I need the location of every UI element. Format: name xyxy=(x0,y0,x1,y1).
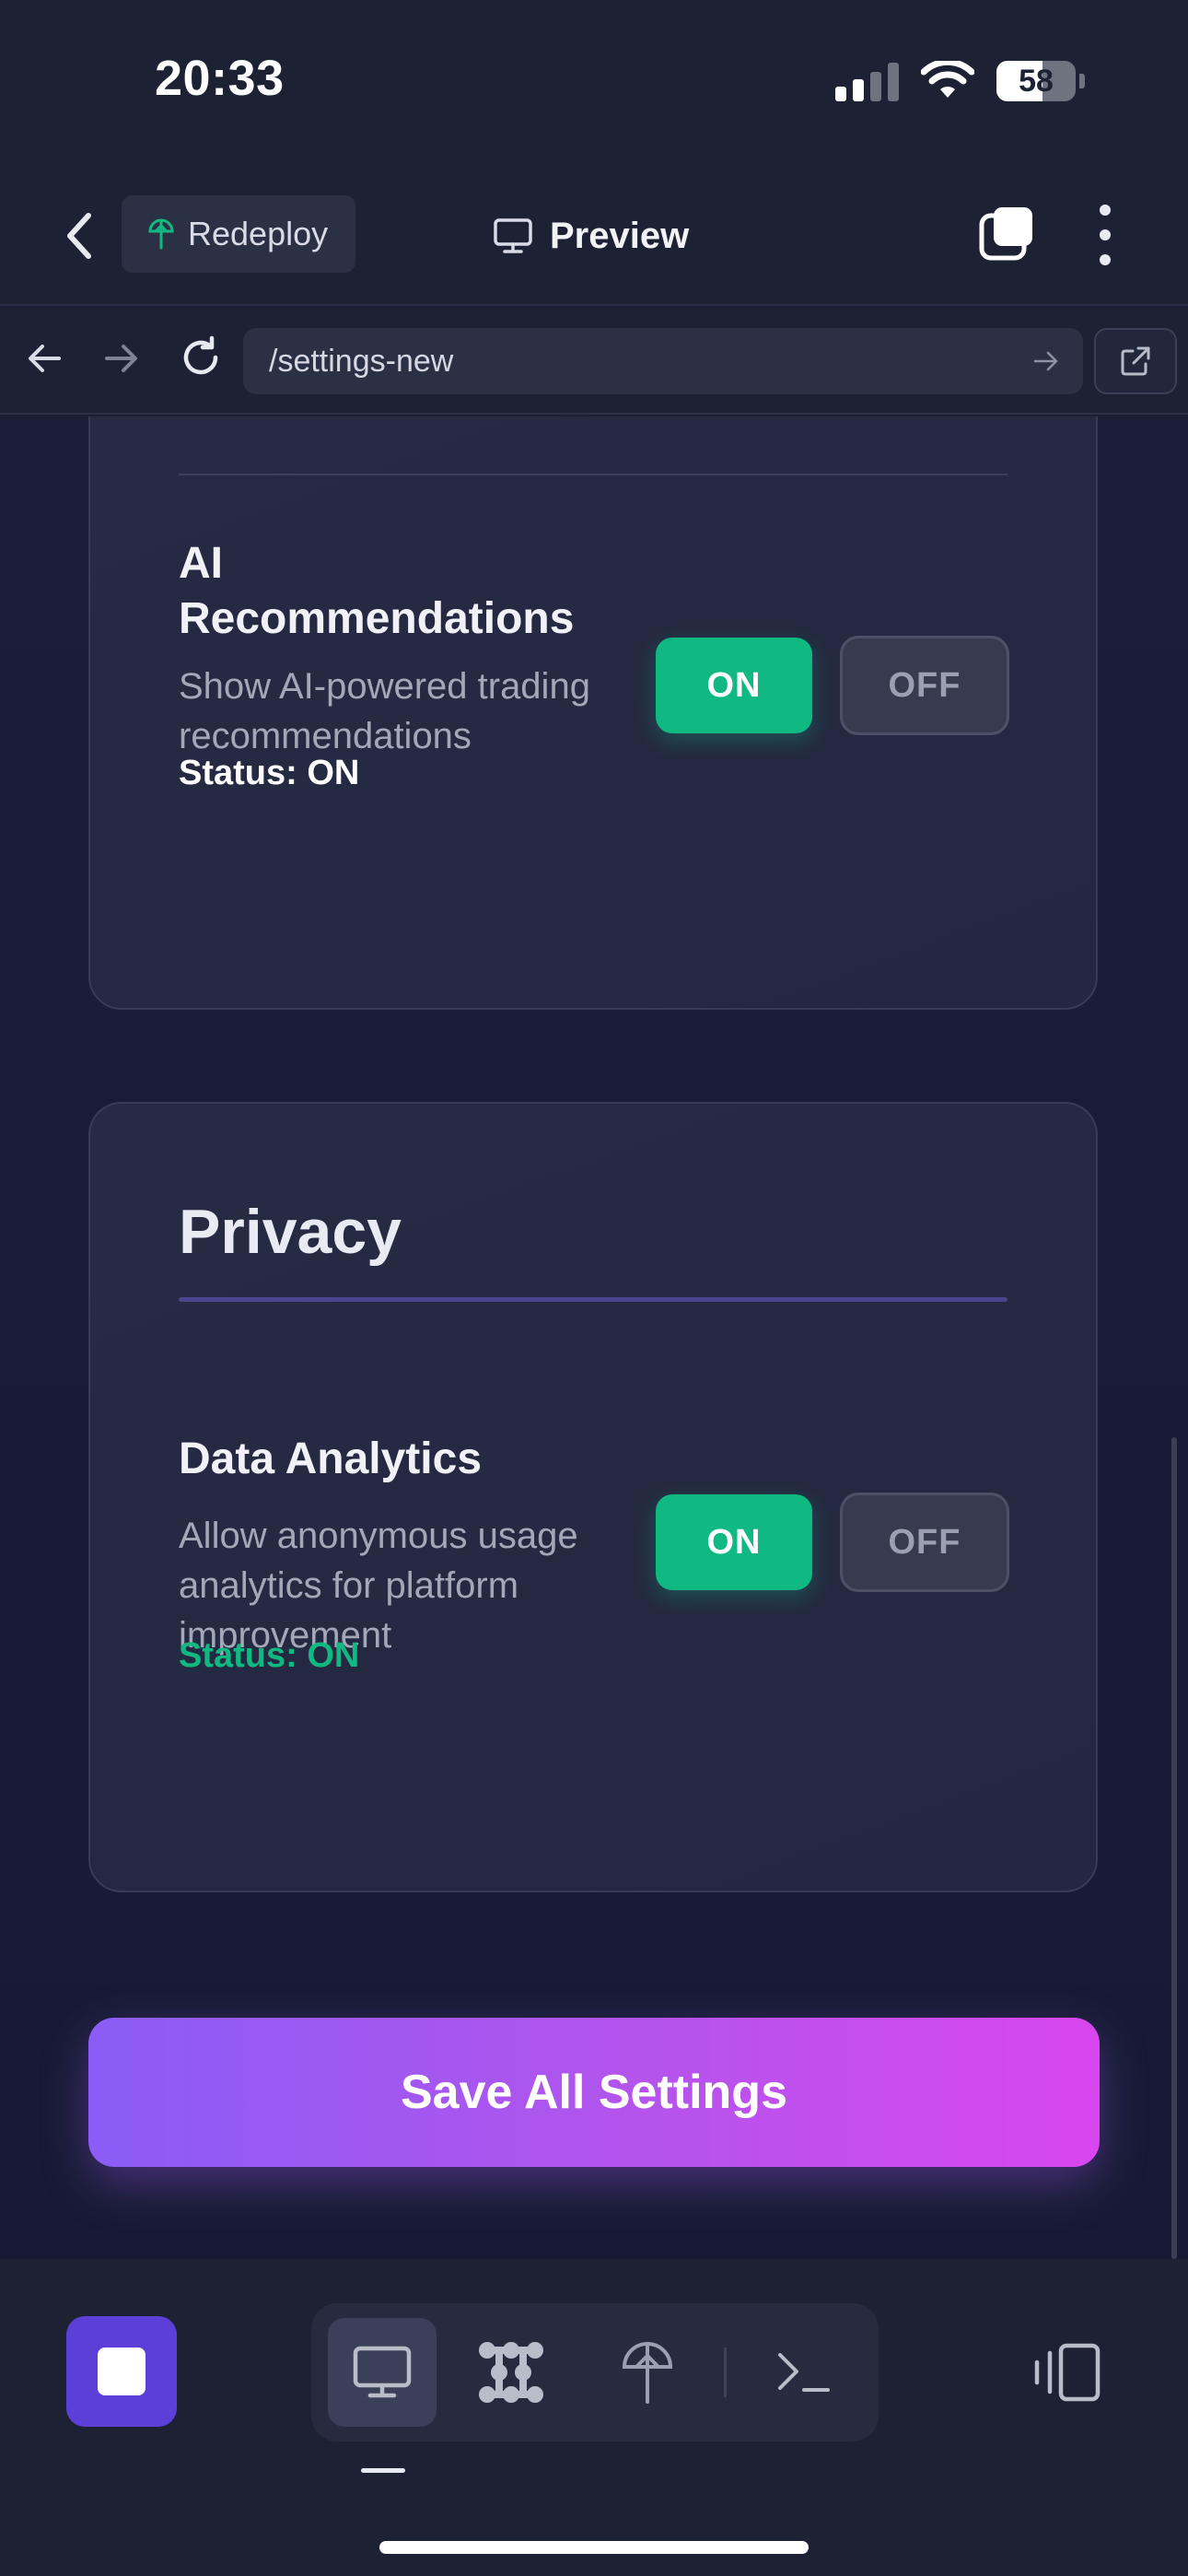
desktop-icon xyxy=(353,2346,412,2398)
external-link-icon xyxy=(1121,346,1150,376)
data-analytics-off-button[interactable]: OFF xyxy=(840,1493,1009,1592)
preview-label: Preview xyxy=(550,215,690,256)
stop-icon xyxy=(98,2348,146,2395)
bottom-toolbar xyxy=(0,2259,1188,2576)
section-divider xyxy=(179,474,1007,475)
desktop-tool-button[interactable] xyxy=(328,2318,437,2427)
url-input[interactable]: /settings-new xyxy=(243,328,1083,394)
battery-level: 58 xyxy=(1019,63,1054,99)
privacy-section-title: Privacy xyxy=(179,1197,402,1267)
tool-group xyxy=(311,2303,879,2441)
deploy-tool-button[interactable] xyxy=(593,2318,702,2427)
tabs-icon[interactable] xyxy=(979,205,1036,262)
packages-tool-button[interactable] xyxy=(457,2318,565,2427)
data-analytics-on-button[interactable]: ON xyxy=(656,1494,812,1590)
status-time: 20:33 xyxy=(155,51,285,106)
ai-settings-card: AI Recommendations Show AI-powered tradi… xyxy=(88,416,1098,1010)
back-chevron-icon[interactable] xyxy=(61,208,98,263)
open-external-button[interactable] xyxy=(1094,328,1177,394)
cellular-signal-icon xyxy=(835,61,899,101)
scrollbar-thumb[interactable] xyxy=(1171,1437,1177,2259)
browser-toolbar: /settings-new xyxy=(0,308,1188,415)
home-indicator xyxy=(379,2541,809,2554)
preview-title: Preview xyxy=(493,206,689,265)
status-bar: 20:33 58 xyxy=(0,0,1188,166)
ai-recommendations-on-button[interactable]: ON xyxy=(656,638,812,733)
go-arrow-icon[interactable] xyxy=(1031,346,1061,376)
more-menu-icon[interactable] xyxy=(1094,205,1116,265)
redeploy-button[interactable]: Redeploy xyxy=(122,195,355,273)
terminal-icon xyxy=(778,2353,830,2392)
stop-button[interactable] xyxy=(66,2316,177,2427)
url-text: /settings-new xyxy=(269,343,454,379)
battery-tip xyxy=(1079,74,1085,88)
battery-icon: 58 xyxy=(996,61,1076,101)
terminal-tool-button[interactable] xyxy=(750,2318,858,2427)
deploy-antenna-icon xyxy=(148,218,174,250)
deploy-antenna-icon xyxy=(622,2342,673,2404)
tool-separator xyxy=(724,2348,727,2397)
privacy-divider xyxy=(179,1297,1007,1302)
ai-recommendations-off-button[interactable]: OFF xyxy=(840,636,1009,735)
privacy-card: Privacy Data Analytics Allow anonymous u… xyxy=(88,1102,1098,1892)
ai-recommendations-status: Status: ON xyxy=(179,754,360,792)
wifi-icon xyxy=(921,61,974,98)
active-tool-indicator xyxy=(361,2468,405,2473)
data-analytics-title: Data Analytics xyxy=(179,1434,483,1483)
nav-back-icon[interactable] xyxy=(26,339,64,378)
settings-content: AI Recommendations Show AI-powered tradi… xyxy=(0,416,1188,2259)
device-toggle-icon[interactable] xyxy=(1030,2342,1103,2403)
ai-recommendations-title: AI Recommendations xyxy=(179,539,575,643)
reload-icon[interactable] xyxy=(179,335,223,380)
save-all-settings-button[interactable]: Save All Settings xyxy=(88,2018,1100,2167)
data-analytics-status: Status: ON xyxy=(179,1636,360,1675)
redeploy-label: Redeploy xyxy=(188,215,329,252)
nav-forward-icon[interactable] xyxy=(101,339,140,378)
monitor-icon xyxy=(494,218,532,253)
ai-recommendations-desc: Show AI-powered trading recommendations xyxy=(179,666,590,756)
status-icons: 58 xyxy=(835,57,1085,105)
grid-blob-icon xyxy=(479,2342,543,2403)
app-header: Redeploy Preview xyxy=(0,166,1188,306)
